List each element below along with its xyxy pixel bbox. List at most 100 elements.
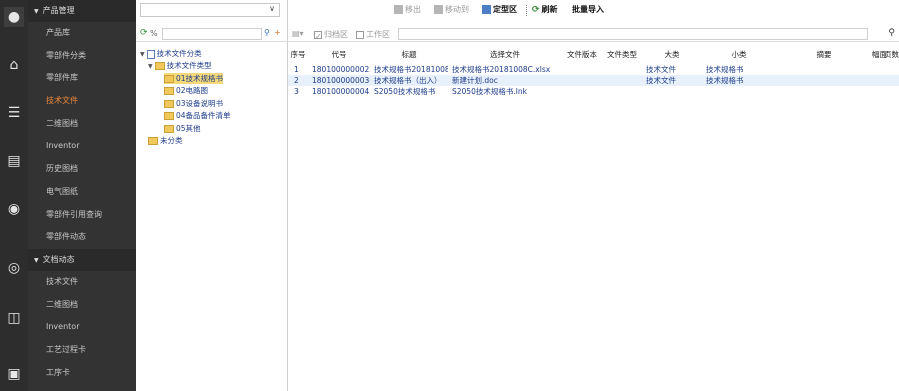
refresh-icon: ⟳ (532, 5, 540, 15)
menu-item[interactable]: 电气图纸 (28, 181, 136, 204)
home-icon[interactable]: ⌂ (4, 55, 24, 75)
table-cell-version (566, 64, 602, 75)
menu-item[interactable]: 零部件引用查询 (28, 204, 136, 227)
table-cell-title: 技术规格书20181008C (374, 65, 448, 74)
table-cell-version (566, 75, 602, 86)
tree-search-input[interactable] (162, 28, 262, 40)
column-header[interactable]: 页数 (884, 46, 899, 64)
table-cell-major (646, 86, 702, 97)
work-checkbox[interactable]: 工作区 (356, 29, 390, 40)
table-cell-code: 1801000000022 (312, 65, 370, 74)
tree-root[interactable]: ▼ 技术文件分类 (140, 48, 202, 59)
side-menu: ▼ 产品管理 产品库 零部件分类 零部件库 技术文件 二维图档 Inventor 历史图档 电气… (28, 0, 136, 391)
menu-item[interactable]: 二维图档 (28, 113, 136, 136)
table-cell-summary (780, 86, 872, 97)
table-cell-ftype (606, 64, 642, 75)
table-cell-seq: 3 (294, 87, 299, 96)
caret-down-icon: ▼ (148, 63, 153, 70)
table-cell-pages (888, 75, 898, 86)
table-cell-code: 1801000000041 (312, 87, 370, 96)
table-row[interactable]: 2 1801000000036 技术规格书（出入） 新建计划.doc 技术文件 技术规格书 (288, 75, 899, 86)
table-cell-minor: 技术规格书 (706, 76, 744, 85)
column-header[interactable]: 大类 (642, 46, 702, 64)
table-cell-file[interactable]: 新建计划.doc (452, 75, 562, 86)
folder-icon (148, 137, 158, 145)
filter-icon[interactable]: % (150, 29, 158, 38)
menu-item[interactable]: Inventor (28, 316, 136, 339)
search-icon[interactable]: ⚲ (264, 28, 270, 37)
tree-node[interactable]: 04备品备件清单 (164, 110, 231, 121)
table-cell-size (876, 75, 886, 86)
menu-item[interactable]: 零部件动态 (28, 226, 136, 249)
stack-icon[interactable]: ▤ (4, 151, 24, 171)
search-icon[interactable]: ⚲ (888, 28, 895, 38)
table-cell-size (876, 64, 886, 75)
move-to-button[interactable]: 移动到 (434, 3, 469, 17)
caret-down-icon: ▼ (34, 8, 39, 15)
grid-icon (482, 5, 491, 14)
tree-node[interactable]: 02电路图 (164, 85, 208, 96)
table-cell-seq: 2 (294, 76, 299, 85)
column-menu-icon[interactable]: ▤▾ (292, 29, 304, 38)
refresh-icon[interactable]: ⟳ (140, 28, 148, 38)
table-cell-file[interactable]: 技术规格书20181008C.xlsx (452, 64, 562, 75)
move-in-button[interactable]: 移出 (394, 3, 421, 17)
column-header[interactable]: 摘要 (776, 46, 872, 64)
column-header[interactable]: 代号 (308, 46, 370, 64)
menu-item[interactable]: 历史图档 (28, 158, 136, 181)
batch-import-button[interactable]: 批量导入 (572, 3, 604, 17)
folder-icon (164, 112, 174, 120)
column-header[interactable]: 文件版本 (562, 46, 602, 64)
archive-checkbox[interactable]: ✓ 归档区 (314, 29, 348, 41)
table-cell-minor: 技术规格书 (706, 65, 744, 74)
tree-node[interactable]: 03设备说明书 (164, 98, 223, 109)
menu-item[interactable]: 零部件分类 (28, 45, 136, 68)
tree-node[interactable]: 05其他 (164, 123, 201, 134)
column-header[interactable]: 选择文件 (448, 46, 562, 64)
book-icon[interactable]: ◫ (4, 308, 24, 328)
menu-item[interactable]: 工艺过程卡 (28, 339, 136, 362)
folder-icon (164, 74, 174, 83)
table-cell-title: 技术规格书（出入） (374, 76, 442, 85)
column-header[interactable]: 标题 (370, 46, 448, 64)
document-icon (394, 5, 403, 14)
menu-group-doc-activity[interactable]: ▼ 文档动态 (28, 248, 136, 271)
menu-group-product[interactable]: ▼ 产品管理 (28, 0, 136, 22)
table-cell-file[interactable]: S2050技术规格书.lnk (452, 86, 562, 97)
column-header[interactable]: 序号 (288, 46, 308, 64)
menu-item[interactable]: 产品库 (28, 22, 136, 45)
table-cell-title: S2050技术规格书 (374, 87, 436, 96)
signal-icon[interactable]: ◎ (4, 258, 24, 278)
table-cell-size (876, 86, 886, 97)
table-cell-seq: 1 (294, 65, 299, 74)
database-icon[interactable]: ☰ (4, 103, 24, 123)
column-header[interactable]: 小类 (702, 46, 776, 64)
menu-item[interactable]: 二维图档 (28, 294, 136, 317)
add-icon[interactable]: + (274, 28, 281, 37)
product-select[interactable]: ∨ (140, 3, 280, 17)
menu-item[interactable]: 工序卡 (28, 362, 136, 385)
menu-item[interactable]: Inventor (28, 135, 136, 158)
caret-down-icon: ▼ (140, 51, 145, 58)
table-row[interactable]: 1 1801000000022 技术规格书20181008C 技术规格书2018100… (288, 64, 899, 75)
menu-item[interactable]: 技术文件 (28, 271, 136, 294)
table-row[interactable]: 3 1801000000041 S2050技术规格书 S2050技术规格书.lnk (288, 86, 899, 97)
menu-item[interactable]: 零部件库 (28, 67, 136, 90)
tree-search-row: ⟳ % ⚲ + (136, 26, 288, 42)
grid-search-input[interactable] (398, 28, 868, 40)
tree-node[interactable]: 未分类 (148, 135, 183, 146)
freeze-button[interactable]: 定型区 (482, 3, 517, 17)
menu-item[interactable]: 技术文件 (28, 90, 136, 113)
document-move-icon (434, 5, 443, 14)
card-icon[interactable]: ▣ (4, 364, 24, 384)
globe-icon[interactable]: ◉ (4, 199, 24, 219)
folder-icon (154, 62, 165, 70)
table-cell-code: 1801000000036 (312, 76, 370, 85)
tree-node[interactable]: 01技术规格书 (164, 72, 224, 84)
column-header[interactable]: 文件类型 (602, 46, 642, 64)
tree-node[interactable]: ▼ 技术文件类型 (148, 60, 212, 71)
product-icon[interactable]: ● (4, 7, 24, 27)
refresh-button[interactable]: ⟳ 刷新 (532, 3, 558, 17)
table-cell-ftype (606, 86, 642, 97)
folder-icon (164, 99, 174, 108)
